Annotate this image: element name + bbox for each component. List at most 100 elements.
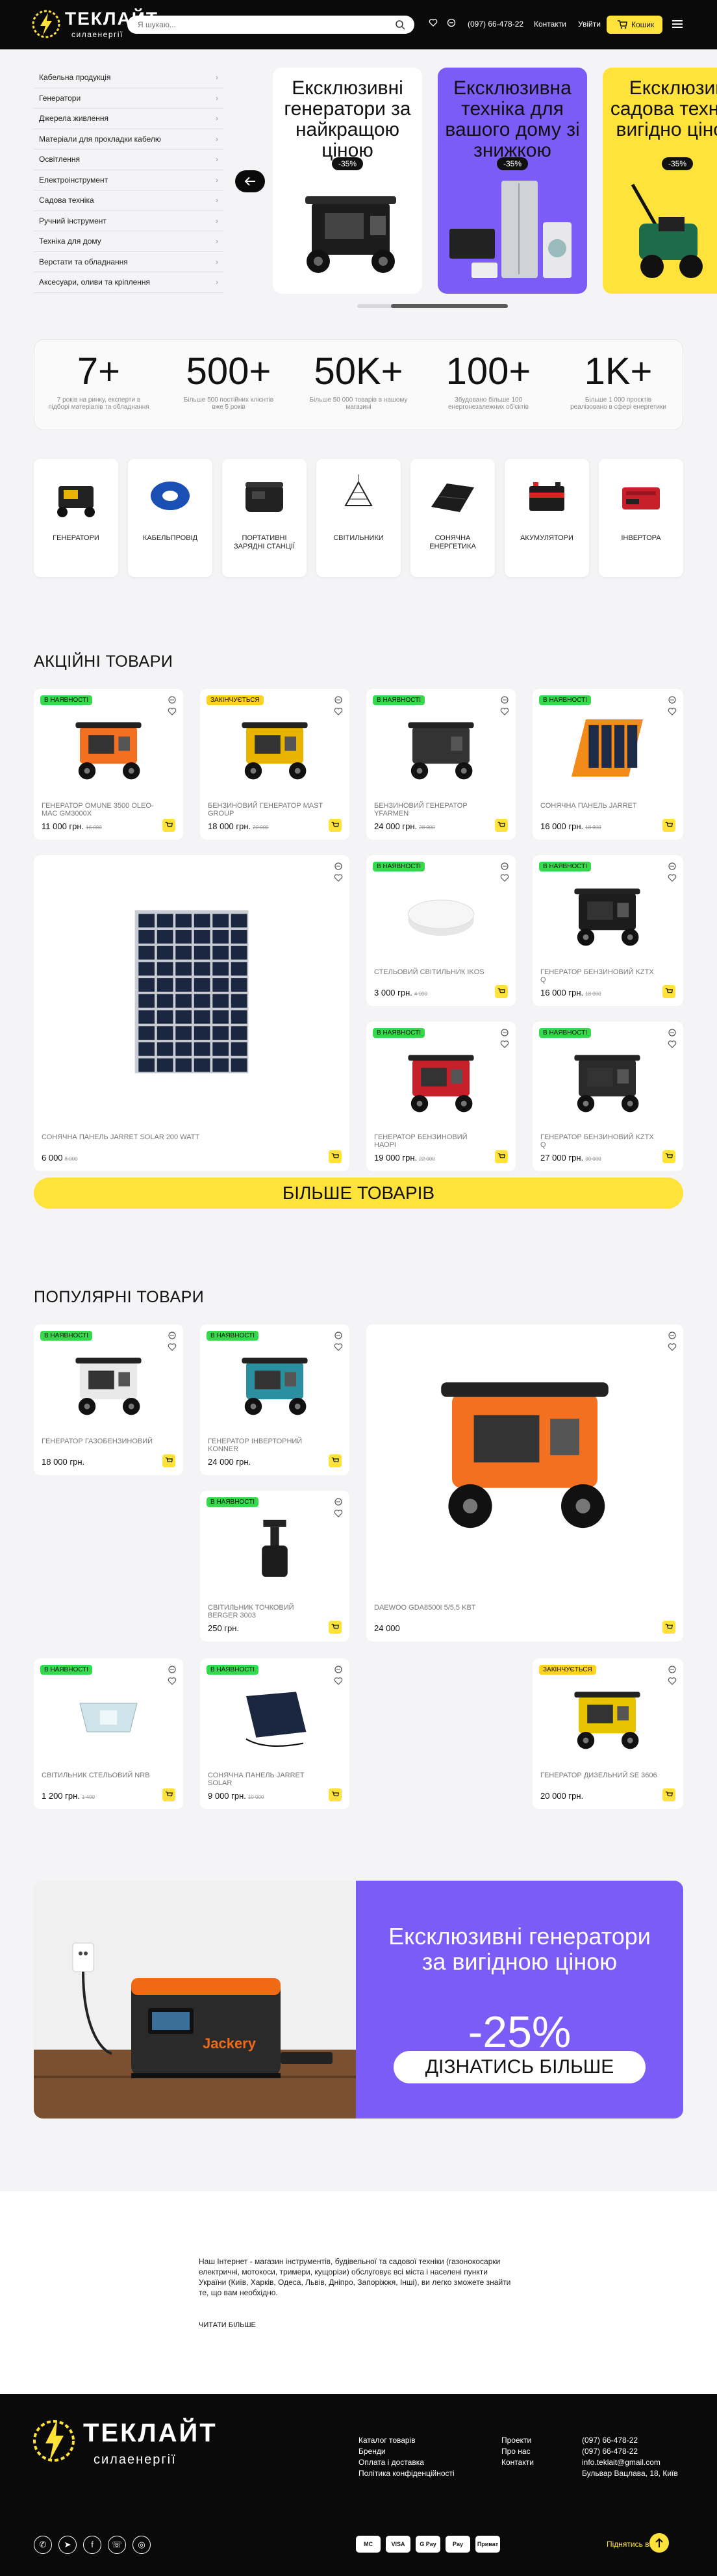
product-name[interactable]: ГЕНЕРАТОР ГАЗОБЕНЗИНОВИЙ xyxy=(42,1437,158,1445)
product-card[interactable]: В НАЯВНОСТІ ГЕНЕРАТОР БЕНЗИНОВИЙ KZTX Q 16… xyxy=(533,855,683,1006)
compare-icon[interactable] xyxy=(500,862,509,871)
product-card[interactable]: В НАЯВНОСТІ СОНЯЧНА ПАНЕЛЬ JARRET SOLAR 9 … xyxy=(200,1658,349,1809)
product-name[interactable]: ГЕНЕРАТОР OMUNE 3500 OLEO-MAC GM3000X xyxy=(42,802,158,818)
footer-link[interactable]: Політика конфіденційності xyxy=(359,2469,455,2478)
compare-icon[interactable] xyxy=(334,695,343,704)
facebook-icon[interactable]: f xyxy=(83,2536,101,2554)
hero-prev-button[interactable] xyxy=(235,170,265,192)
catalog-item[interactable]: Аксесуари, оливи та кріплення › xyxy=(34,272,223,293)
add-to-cart-button[interactable] xyxy=(495,1150,508,1163)
product-name[interactable]: ГЕНЕРАТОР БЕНЗИНОВИЙ НАОРІ xyxy=(374,1133,491,1149)
hero-card-garden[interactable]: Ексклюзив садова техн за вигідно ціною -… xyxy=(603,68,717,294)
product-name[interactable]: СОНЯЧНА ПАНЕЛЬ JARRET SOLAR 200 WATT xyxy=(42,1133,325,1141)
catalog-item[interactable]: Кабельна продукція › xyxy=(34,68,223,88)
compare-icon[interactable] xyxy=(334,1497,343,1506)
catalog-item[interactable]: Техніка для дому › xyxy=(34,231,223,252)
category-card[interactable]: СОНЯЧНА ЕНЕРГЕТИКА xyxy=(410,459,495,577)
banner-learn-more-button[interactable]: ДІЗНАТИСЬ БІЛЬШЕ xyxy=(394,2051,646,2083)
heart-icon[interactable] xyxy=(668,1040,677,1049)
heart-icon[interactable] xyxy=(500,1040,509,1049)
add-to-cart-button[interactable] xyxy=(329,1454,342,1467)
footer-link[interactable]: Про нас xyxy=(501,2447,531,2456)
add-to-cart-button[interactable] xyxy=(162,1788,175,1801)
product-card[interactable]: ЗАКІНЧУЄТЬСЯ БЕНЗИНОВИЙ ГЕНЕРАТОР MAST GR… xyxy=(200,689,349,840)
compare-icon[interactable] xyxy=(168,695,177,704)
catalog-item[interactable]: Генератори › xyxy=(34,88,223,109)
footer-link[interactable]: Каталог товарів xyxy=(359,2436,416,2445)
heart-icon[interactable] xyxy=(334,1677,343,1686)
product-card[interactable]: В НАЯВНОСТІ СВІТИЛЬНИК ТОЧКОВИЙ BERGER 30… xyxy=(200,1491,349,1642)
product-name[interactable]: ГЕНЕРАТОР ДИЗЕЛЬНИЙ SE 3606 xyxy=(540,1771,659,1779)
product-name[interactable]: СОНЯЧНА ПАНЕЛЬ JARRET xyxy=(540,802,659,810)
instagram-icon[interactable]: ◎ xyxy=(132,2536,151,2554)
heart-icon[interactable] xyxy=(334,1343,343,1352)
footer-contact[interactable]: (097) 66-478-22 xyxy=(582,2447,638,2456)
add-to-cart-button[interactable] xyxy=(662,1621,675,1634)
product-name[interactable]: БЕНЗИНОВИЙ ГЕНЕРАТОР MAST GROUP xyxy=(208,802,325,818)
heart-icon[interactable] xyxy=(168,1677,177,1686)
footer-link[interactable]: Контакти xyxy=(501,2458,534,2467)
viber-icon[interactable]: ☏ xyxy=(108,2536,126,2554)
footer-link[interactable]: Оплата і доставка xyxy=(359,2458,424,2467)
category-card[interactable]: СВІТИЛЬНИКИ xyxy=(316,459,401,577)
add-to-cart-button[interactable] xyxy=(662,985,675,998)
heart-icon[interactable] xyxy=(668,1677,677,1686)
product-card[interactable]: В НАЯВНОСТІ СТЕЛЬОВИЙ СВІТИЛЬНИК IKOS 3 00… xyxy=(366,855,516,1006)
footer-contact[interactable]: Бульвар Вацлава, 18, Київ xyxy=(582,2469,678,2478)
compare-icon[interactable] xyxy=(168,1331,177,1340)
heart-icon[interactable] xyxy=(334,707,343,716)
footer-link[interactable]: Бренди xyxy=(359,2447,386,2456)
more-products-button[interactable]: БІЛЬШЕ ТОВАРІВ xyxy=(34,1178,683,1209)
compare-icon[interactable] xyxy=(668,1028,677,1037)
search-icon[interactable] xyxy=(395,19,405,30)
category-card[interactable]: ІНВЕРТОРА xyxy=(599,459,683,577)
product-card[interactable]: В НАЯВНОСТІ ГЕНЕРАТОР БЕНЗИНОВИЙ KZTX Q 27… xyxy=(533,1022,683,1171)
search-input[interactable]: Я шукаю... xyxy=(127,16,414,34)
product-card[interactable]: В НАЯВНОСТІ БЕНЗИНОВИЙ ГЕНЕРАТОР YFARMEN 2… xyxy=(366,689,516,840)
heart-icon[interactable] xyxy=(168,707,177,716)
compare-icon[interactable] xyxy=(668,695,677,704)
add-to-cart-button[interactable] xyxy=(329,1150,342,1163)
product-card[interactable]: ЗАКІНЧУЄТЬСЯ ГЕНЕРАТОР ДИЗЕЛЬНИЙ SE 3606 2… xyxy=(533,1658,683,1809)
compare-icon[interactable] xyxy=(500,695,509,704)
add-to-cart-button[interactable] xyxy=(662,1150,675,1163)
contacts-link[interactable]: Контакти xyxy=(534,19,566,29)
hero-card-generators[interactable]: Ексклюзивні генератори за найкращою ціно… xyxy=(273,68,422,294)
telegram-icon[interactable]: ➤ xyxy=(58,2536,77,2554)
product-name[interactable]: СТЕЛЬОВИЙ СВІТИЛЬНИК IKOS xyxy=(374,968,491,976)
whatsapp-icon[interactable]: ✆ xyxy=(34,2536,52,2554)
compare-icon[interactable] xyxy=(500,1028,509,1037)
add-to-cart-button[interactable] xyxy=(662,1788,675,1801)
heart-icon[interactable] xyxy=(668,707,677,716)
heart-icon[interactable] xyxy=(668,873,677,882)
compare-icon[interactable] xyxy=(334,1331,343,1340)
category-card[interactable]: КАБЕЛЬПРОВІД xyxy=(128,459,212,577)
product-name[interactable]: БЕНЗИНОВИЙ ГЕНЕРАТОР YFARMEN xyxy=(374,802,491,818)
catalog-item[interactable]: Освітлення › xyxy=(34,149,223,170)
category-card[interactable]: ГЕНЕРАТОРИ xyxy=(34,459,118,577)
catalog-item[interactable]: Верстати та обладнання › xyxy=(34,252,223,272)
compare-icon[interactable] xyxy=(668,1331,677,1340)
menu-icon[interactable] xyxy=(672,17,683,31)
footer-contact[interactable]: info.teklait@gmail.com xyxy=(582,2458,660,2467)
compare-icon[interactable] xyxy=(334,1665,343,1674)
catalog-item[interactable]: Джерела живлення › xyxy=(34,109,223,129)
footer-link[interactable]: Проекти xyxy=(501,2436,531,2445)
category-card[interactable]: ПОРТАТИВНІ ЗАРЯДНІ СТАНЦІЇ xyxy=(222,459,307,577)
category-card[interactable]: АКУМУЛЯТОРИ xyxy=(505,459,589,577)
product-name[interactable]: СВІТИЛЬНИК СТЕЛЬОВИЙ NRB xyxy=(42,1771,158,1779)
catalog-item[interactable]: Матеріали для прокладки кабелю › xyxy=(34,129,223,149)
hero-slider-scrollbar[interactable] xyxy=(357,304,508,308)
product-card[interactable]: В НАЯВНОСТІ ГЕНЕРАТОР ГАЗОБЕНЗИНОВИЙ 18 00… xyxy=(34,1324,183,1475)
product-card[interactable]: В НАЯВНОСТІ ГЕНЕРАТОР OMUNE 3500 OLEO-MAC… xyxy=(34,689,183,840)
catalog-item[interactable]: Ручний інструмент › xyxy=(34,211,223,231)
add-to-cart-button[interactable] xyxy=(662,819,675,832)
add-to-cart-button[interactable] xyxy=(162,1454,175,1467)
product-card[interactable]: СОНЯЧНА ПАНЕЛЬ JARRET SOLAR 200 WATT 6 00… xyxy=(34,855,349,1171)
compare-icon[interactable] xyxy=(168,1665,177,1674)
hero-card-home-tech[interactable]: Ексклюзивна техніка для вашого дому зі з… xyxy=(438,68,587,294)
product-name[interactable]: СОНЯЧНА ПАНЕЛЬ JARRET SOLAR xyxy=(208,1771,325,1787)
heart-icon[interactable] xyxy=(334,873,343,882)
add-to-cart-button[interactable] xyxy=(495,819,508,832)
scroll-up-button[interactable] xyxy=(649,2533,669,2553)
